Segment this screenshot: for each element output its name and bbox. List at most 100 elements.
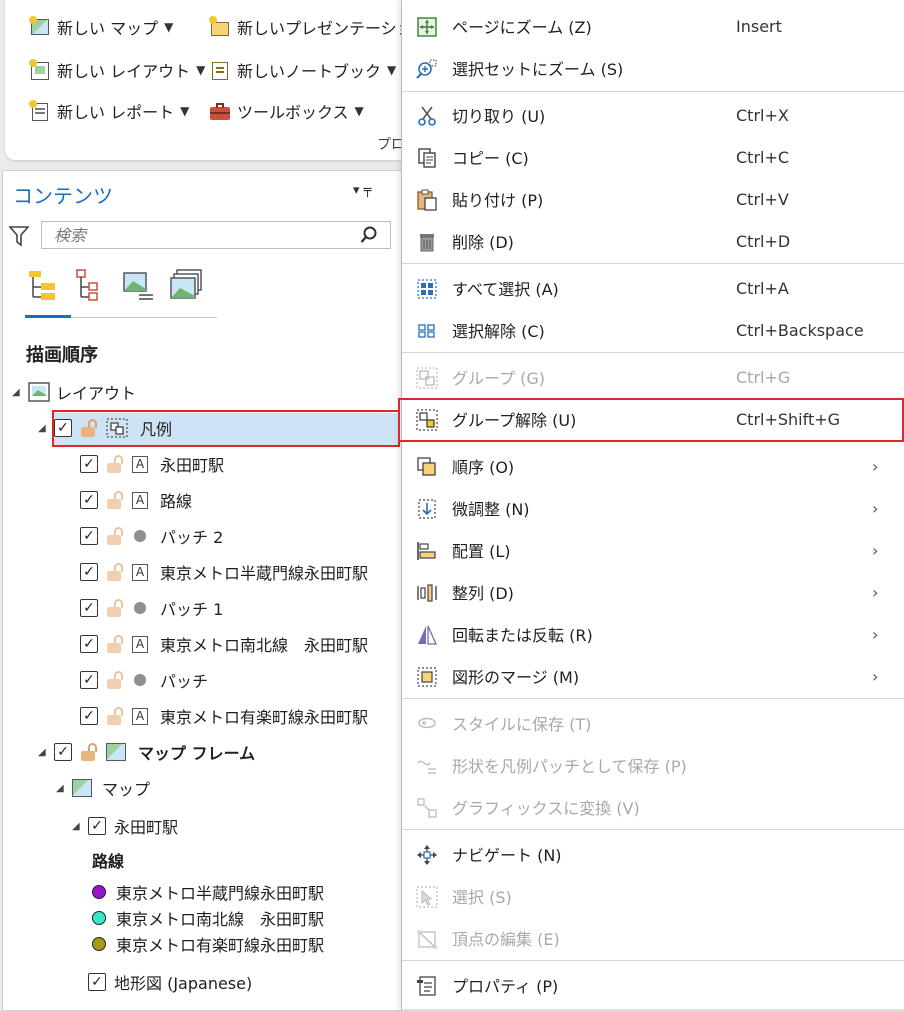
list-by-drawing-order-icon[interactable] (25, 267, 59, 303)
legend-item-5[interactable]: ✓ A 東京メトロ南北線 永田町駅 (80, 630, 368, 658)
lock-icon[interactable] (106, 563, 124, 581)
route-symbol-1[interactable]: 東京メトロ南北線 永田町駅 (92, 904, 324, 932)
tree-item-layout[interactable]: ◢ レイアウト (12, 378, 136, 406)
menu-rotate-flip[interactable]: 回転または反転 (R) › (402, 613, 904, 655)
menu-distribute[interactable]: 整列 (D) › (402, 571, 904, 613)
collapse-triangle-icon[interactable]: ◢ (12, 387, 22, 398)
route-symbol-0[interactable]: 東京メトロ半蔵門線永田町駅 (92, 878, 324, 906)
visibility-checkbox[interactable]: ✓ (54, 419, 72, 437)
menu-group[interactable]: グループ (G) Ctrl+G (402, 356, 904, 398)
visibility-checkbox[interactable]: ✓ (80, 707, 98, 725)
drawing-order-heading: 描画順序 (26, 345, 98, 366)
legend-item-0[interactable]: ✓ A 永田町駅 (80, 450, 224, 478)
lock-icon[interactable] (106, 455, 124, 473)
visibility-checkbox[interactable]: ✓ (80, 491, 98, 509)
filter-icon[interactable] (9, 225, 29, 247)
search-box[interactable] (41, 221, 391, 249)
menu-clear-selection[interactable]: 選択解除 (C) Ctrl+Backspace (402, 309, 904, 351)
menu-properties[interactable]: プロパティ (P) (402, 964, 904, 1006)
visibility-checkbox[interactable]: ✓ (80, 599, 98, 617)
toolbox-icon (209, 100, 231, 122)
pane-title: コンテンツ (13, 184, 113, 208)
collapse-triangle-icon[interactable]: ◢ (72, 821, 82, 832)
menu-zoom-to-selection[interactable]: 選択セットにズーム (S) (402, 47, 904, 89)
menu-save-to-style[interactable]: スタイルに保存 (T) (402, 702, 904, 744)
visibility-checkbox[interactable]: ✓ (54, 743, 72, 761)
legend-item-4[interactable]: ✓ パッチ 1 (80, 594, 223, 622)
visibility-checkbox[interactable]: ✓ (80, 671, 98, 689)
text-element-icon: A (132, 707, 148, 725)
route-color-dot (92, 937, 106, 951)
menu-navigate[interactable]: ナビゲート (N) (402, 833, 904, 875)
context-menu: ページにズーム (Z) Insert 選択セットにズーム (S) 切り取り (U… (401, 0, 904, 1009)
legend-item-7[interactable]: ✓ A 東京メトロ有楽町線永田町駅 (80, 702, 368, 730)
lock-icon[interactable] (106, 707, 124, 725)
search-icon[interactable] (360, 226, 378, 244)
point-patch-icon (134, 530, 146, 542)
visibility-checkbox[interactable]: ✓ (88, 817, 106, 835)
route-heading: 路線 (92, 852, 125, 871)
new-map-icon (29, 16, 51, 38)
order-icon (417, 457, 436, 476)
list-by-selection-icon[interactable] (121, 267, 155, 303)
menu-ungroup[interactable]: グループ解除 (U) Ctrl+Shift+G (402, 398, 904, 440)
menu-save-legend-patch[interactable]: 形状を凡例パッチとして保存 (P) (402, 744, 904, 786)
menu-align[interactable]: 配置 (L) › (402, 529, 904, 571)
menu-convert-to-graphics[interactable]: グラフィックスに変換 (V) (402, 786, 904, 828)
lock-icon[interactable] (106, 527, 124, 545)
menu-shape-merge[interactable]: 図形のマージ (M) › (402, 655, 904, 697)
lock-icon[interactable] (80, 743, 98, 761)
menu-separator (402, 352, 904, 353)
toolbox-button[interactable]: ツールボックス ▼ (209, 96, 364, 126)
visibility-checkbox[interactable]: ✓ (80, 563, 98, 581)
visibility-checkbox[interactable]: ✓ (80, 527, 98, 545)
route-color-dot (92, 885, 106, 899)
menu-copy[interactable]: コピー (C) Ctrl+C (402, 136, 904, 178)
collapse-triangle-icon[interactable]: ◢ (38, 747, 48, 758)
align-icon (417, 542, 436, 560)
lock-icon[interactable] (106, 671, 124, 689)
point-patch-icon (134, 674, 146, 686)
legend-item-6[interactable]: ✓ パッチ (80, 666, 208, 694)
visibility-checkbox[interactable]: ✓ (88, 973, 106, 991)
menu-cut[interactable]: 切り取り (U) Ctrl+X (402, 94, 904, 136)
tree-item-map[interactable]: ◢ マップ (56, 774, 150, 802)
legend-item-3[interactable]: ✓ A 東京メトロ半蔵門線永田町駅 (80, 558, 368, 586)
lock-icon[interactable] (106, 491, 124, 509)
list-by-source-icon[interactable] (73, 267, 107, 303)
tree-item-basemap[interactable]: ✓ 地形図 (Japanese) (88, 968, 252, 996)
visibility-checkbox[interactable]: ✓ (80, 455, 98, 473)
menu-paste[interactable]: 貼り付け (P) Ctrl+V (402, 178, 904, 220)
pane-options-pin[interactable]: ▾ ╤ (353, 183, 371, 198)
menu-order[interactable]: 順序 (O) › (402, 445, 904, 487)
menu-separator (402, 263, 904, 264)
collapse-triangle-icon[interactable]: ◢ (38, 423, 48, 434)
route-symbol-2[interactable]: 東京メトロ有楽町線永田町駅 (92, 930, 324, 958)
menu-edit-vertices[interactable]: 頂点の編集 (E) (402, 917, 904, 959)
legend-item-2[interactable]: ✓ パッチ 2 (80, 522, 223, 550)
new-notebook-icon (209, 59, 231, 81)
tree-item-map-frame[interactable]: ◢ ✓ マップ フレーム (38, 738, 255, 766)
tree-item-station-layer[interactable]: ◢ ✓ 永田町駅 (72, 812, 178, 840)
list-by-labeling-icon[interactable] (169, 267, 203, 303)
lock-icon[interactable] (106, 599, 124, 617)
legend-item-1[interactable]: ✓ A 路線 (80, 486, 192, 514)
visibility-checkbox[interactable]: ✓ (80, 635, 98, 653)
collapse-triangle-icon[interactable]: ◢ (56, 783, 66, 794)
lock-icon[interactable] (80, 419, 98, 437)
new-presentation-button[interactable]: 新しいプレゼンテーション (209, 12, 429, 42)
new-notebook-button[interactable]: 新しいノートブック ▼ (209, 55, 396, 85)
menu-select[interactable]: 選択 (S) (402, 875, 904, 917)
new-report-button[interactable]: 新しい レポート ▼ (29, 96, 189, 126)
new-layout-button[interactable]: 新しい レイアウト ▼ (29, 55, 205, 85)
map-frame-icon (106, 743, 126, 761)
menu-nudge[interactable]: 微調整 (N) › (402, 487, 904, 529)
menu-delete[interactable]: 削除 (D) Ctrl+D (402, 220, 904, 262)
search-input[interactable] (52, 224, 360, 246)
menu-select-all[interactable]: すべて選択 (A) Ctrl+A (402, 267, 904, 309)
tree-item-legend[interactable]: ◢ ✓ 凡例 (38, 414, 172, 442)
new-map-button[interactable]: 新しい マップ ▼ (29, 12, 173, 42)
menu-zoom-to-page[interactable]: ページにズーム (Z) Insert (402, 5, 904, 47)
ungroup-icon (416, 409, 438, 431)
lock-icon[interactable] (106, 635, 124, 653)
